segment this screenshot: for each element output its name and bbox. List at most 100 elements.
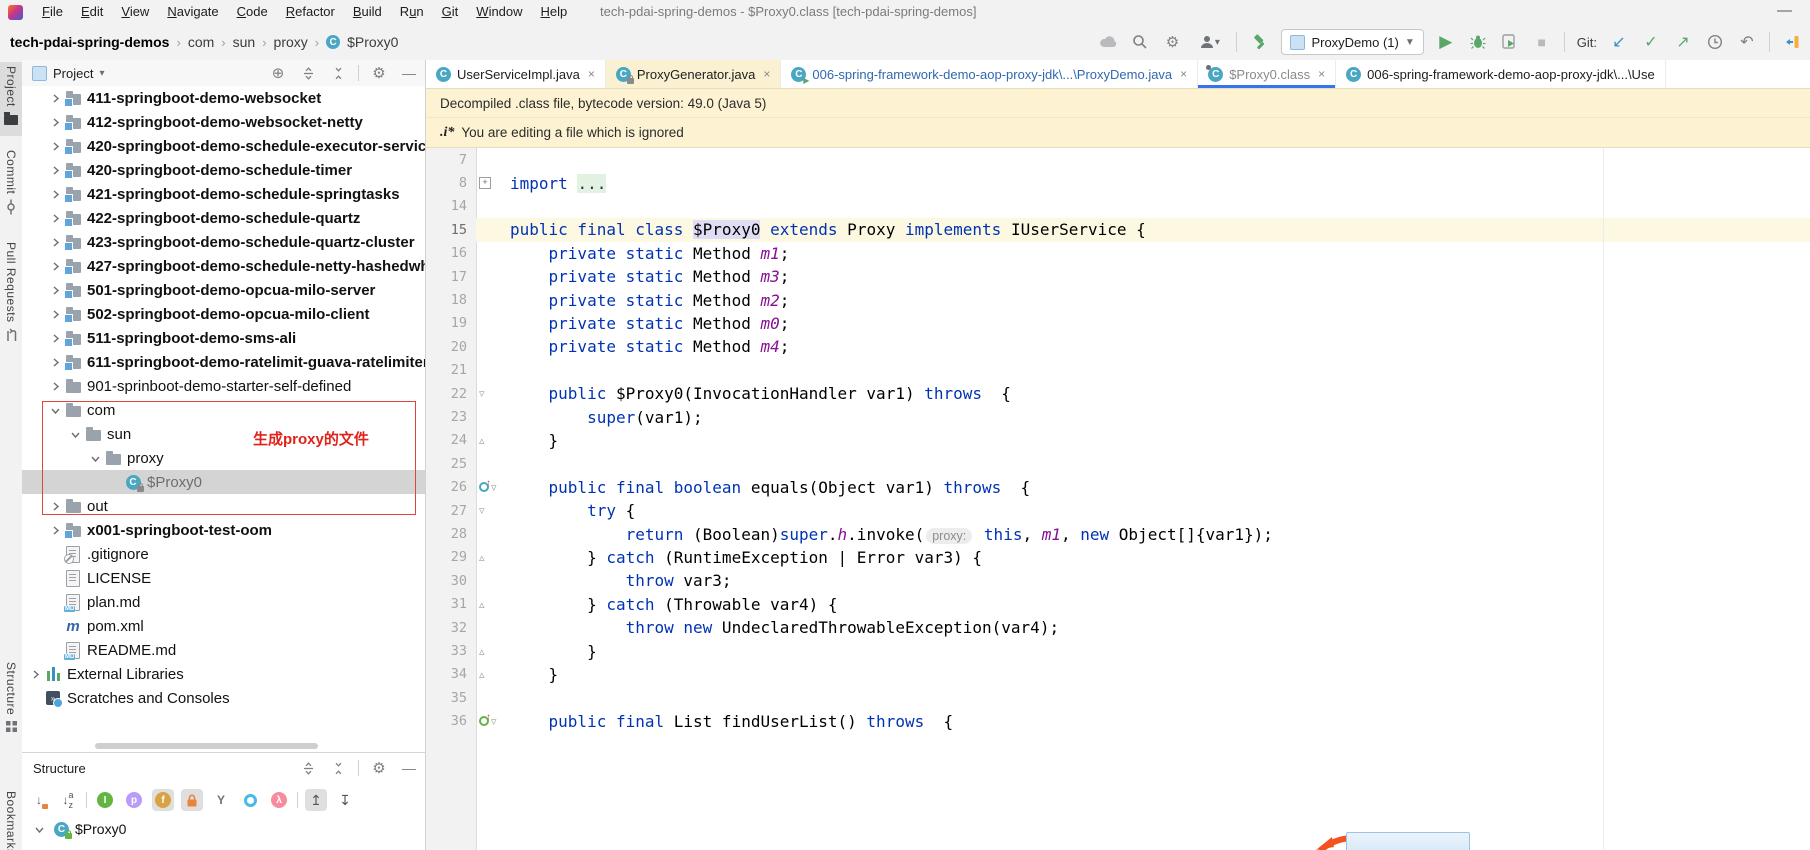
line-number[interactable]: 28 bbox=[426, 526, 476, 542]
profile-user-icon[interactable]: ▾ bbox=[1194, 32, 1224, 52]
line-number[interactable]: 17 bbox=[426, 269, 476, 285]
editor-tab[interactable]: C UserServiceImpl.java × bbox=[426, 60, 606, 88]
line-number[interactable]: 35 bbox=[426, 690, 476, 706]
fold-close-icon[interactable]: ▵ bbox=[479, 434, 485, 447]
structure-tree-item[interactable]: C $Proxy0 bbox=[30, 821, 126, 839]
breadcrumb-item[interactable]: com bbox=[188, 34, 214, 50]
chevron-expanded-icon[interactable] bbox=[46, 405, 64, 416]
tree-item[interactable]: 423-springboot-demo-schedule-quartz-clus… bbox=[22, 230, 425, 254]
update-project-icon[interactable]: ↙ bbox=[1609, 32, 1629, 52]
push-icon[interactable]: ↗ bbox=[1673, 32, 1693, 52]
layout-windows-icon[interactable] bbox=[1782, 32, 1802, 52]
menu-item-help[interactable]: Help bbox=[532, 0, 577, 24]
line-number[interactable]: 29 bbox=[426, 549, 476, 565]
expand-all-icon[interactable] bbox=[298, 758, 318, 778]
tree-item[interactable]: 422-springboot-demo-schedule-quartz bbox=[22, 206, 425, 230]
show-properties-icon[interactable]: p bbox=[123, 789, 145, 811]
horizontal-scrollbar[interactable] bbox=[95, 743, 318, 749]
line-number[interactable]: 25 bbox=[426, 456, 476, 472]
tree-item[interactable]: proxy bbox=[22, 446, 425, 470]
stripe-button-structure[interactable]: Structure bbox=[0, 658, 22, 739]
line-number[interactable]: 30 bbox=[426, 573, 476, 589]
chevron-collapsed-icon[interactable] bbox=[46, 237, 64, 248]
chevron-collapsed-icon[interactable] bbox=[46, 213, 64, 224]
menu-item-file[interactable]: File bbox=[33, 0, 72, 24]
tree-item[interactable]: com bbox=[22, 398, 425, 422]
fold-close-icon[interactable]: ▵ bbox=[479, 551, 485, 564]
chevron-collapsed-icon[interactable] bbox=[46, 381, 64, 392]
editor-tab[interactable]: C $Proxy0.class × bbox=[1198, 60, 1337, 88]
breadcrumb-item[interactable]: $Proxy0 bbox=[347, 34, 398, 50]
chevron-collapsed-icon[interactable] bbox=[46, 165, 64, 176]
chevron-expanded-icon[interactable] bbox=[86, 453, 104, 464]
stripe-button-pull-requests[interactable]: Pull Requests bbox=[0, 238, 22, 350]
tree-item[interactable]: 427-springboot-demo-schedule-netty-hashe… bbox=[22, 254, 425, 278]
tab-close-icon[interactable]: × bbox=[1318, 67, 1325, 81]
run-configuration-select[interactable]: ProxyDemo (1) ▼ bbox=[1281, 29, 1424, 55]
collapse-all-icon[interactable] bbox=[328, 758, 348, 778]
breadcrumb-item[interactable]: tech-pdai-spring-demos bbox=[10, 34, 169, 50]
stripe-button-project[interactable]: Project bbox=[0, 62, 22, 136]
chevron-collapsed-icon[interactable] bbox=[26, 669, 44, 680]
chevron-collapsed-icon[interactable] bbox=[46, 357, 64, 368]
menu-item-run[interactable]: Run bbox=[391, 0, 433, 24]
menu-item-edit[interactable]: Edit bbox=[72, 0, 112, 24]
show-non-public-icon[interactable] bbox=[181, 789, 203, 811]
menu-item-git[interactable]: Git bbox=[433, 0, 468, 24]
search-everywhere-icon[interactable] bbox=[1130, 32, 1150, 52]
line-number[interactable]: 24 bbox=[426, 432, 476, 448]
line-number[interactable]: 8 bbox=[426, 175, 476, 191]
editor-tab[interactable]: C 006-spring-framework-demo-aop-proxy-jdk… bbox=[1336, 60, 1666, 88]
chevron-collapsed-icon[interactable] bbox=[46, 285, 64, 296]
panel-settings-gear-icon[interactable]: ⚙ bbox=[369, 63, 389, 83]
line-number[interactable]: 16 bbox=[426, 245, 476, 261]
autoscroll-to-source-icon[interactable]: ↥ bbox=[305, 789, 327, 811]
line-number[interactable]: 33 bbox=[426, 643, 476, 659]
tree-item[interactable]: 901-sprinboot-demo-starter-self-defined bbox=[22, 374, 425, 398]
line-number[interactable]: 31 bbox=[426, 596, 476, 612]
menu-item-window[interactable]: Window bbox=[467, 0, 531, 24]
hide-panel-icon[interactable]: — bbox=[399, 63, 419, 83]
line-number[interactable]: 7 bbox=[426, 152, 476, 168]
chevron-collapsed-icon[interactable] bbox=[46, 309, 64, 320]
tree-item[interactable]: .gitignore bbox=[22, 542, 425, 566]
tree-item[interactable]: C $Proxy0 bbox=[22, 470, 425, 494]
chevron-collapsed-icon[interactable] bbox=[46, 189, 64, 200]
tree-item[interactable]: x001-springboot-test-oom bbox=[22, 518, 425, 542]
tree-item[interactable]: » Scratches and Consoles bbox=[22, 686, 425, 710]
minimize-icon[interactable]: — bbox=[1777, 0, 1792, 22]
history-clock-icon[interactable] bbox=[1705, 32, 1725, 52]
chevron-expanded-icon[interactable] bbox=[30, 824, 48, 835]
coverage-icon[interactable] bbox=[1500, 32, 1520, 52]
tree-item[interactable]: 420-springboot-demo-schedule-executor-se… bbox=[22, 134, 425, 158]
line-number[interactable]: 15 bbox=[426, 222, 476, 238]
chevron-expanded-icon[interactable] bbox=[66, 429, 84, 440]
panel-settings-gear-icon[interactable]: ⚙ bbox=[369, 758, 389, 778]
tree-item[interactable]: 511-springboot-demo-sms-ali bbox=[22, 326, 425, 350]
menu-item-code[interactable]: Code bbox=[228, 0, 277, 24]
line-number[interactable]: 23 bbox=[426, 409, 476, 425]
implementing-method-icon[interactable] bbox=[479, 712, 491, 727]
sort-alphabetically-icon[interactable]: ↓ a z bbox=[57, 789, 79, 811]
fold-open-icon[interactable]: ▿ bbox=[479, 387, 485, 400]
project-panel-header[interactable]: Project ▾ ⊕ ⚙ — bbox=[22, 60, 425, 86]
autoscroll-from-source-icon[interactable]: ↧ bbox=[334, 789, 356, 811]
breadcrumb-item[interactable]: sun bbox=[233, 34, 256, 50]
tab-close-icon[interactable]: × bbox=[763, 67, 770, 81]
line-number[interactable]: 21 bbox=[426, 362, 476, 378]
line-number[interactable]: 22 bbox=[426, 386, 476, 402]
locate-file-icon[interactable]: ⊕ bbox=[268, 63, 288, 83]
chevron-collapsed-icon[interactable] bbox=[46, 141, 64, 152]
line-number[interactable]: 27 bbox=[426, 503, 476, 519]
rollback-icon[interactable]: ↶ bbox=[1737, 32, 1757, 52]
fold-close-icon[interactable]: ▵ bbox=[479, 598, 485, 611]
show-fields-icon[interactable]: f bbox=[152, 789, 174, 811]
chevron-collapsed-icon[interactable] bbox=[46, 93, 64, 104]
editor-tab[interactable]: C ▶ 006-spring-framework-demo-aop-proxy-jd… bbox=[781, 60, 1199, 88]
fold-close-icon[interactable]: ▵ bbox=[479, 668, 485, 681]
expand-all-icon[interactable] bbox=[298, 63, 318, 83]
fold-expand-icon[interactable]: + bbox=[479, 177, 491, 190]
show-inherited-icon[interactable]: I bbox=[94, 789, 116, 811]
fold-open-icon[interactable]: ▿ bbox=[491, 481, 497, 494]
menu-item-refactor[interactable]: Refactor bbox=[277, 0, 344, 24]
